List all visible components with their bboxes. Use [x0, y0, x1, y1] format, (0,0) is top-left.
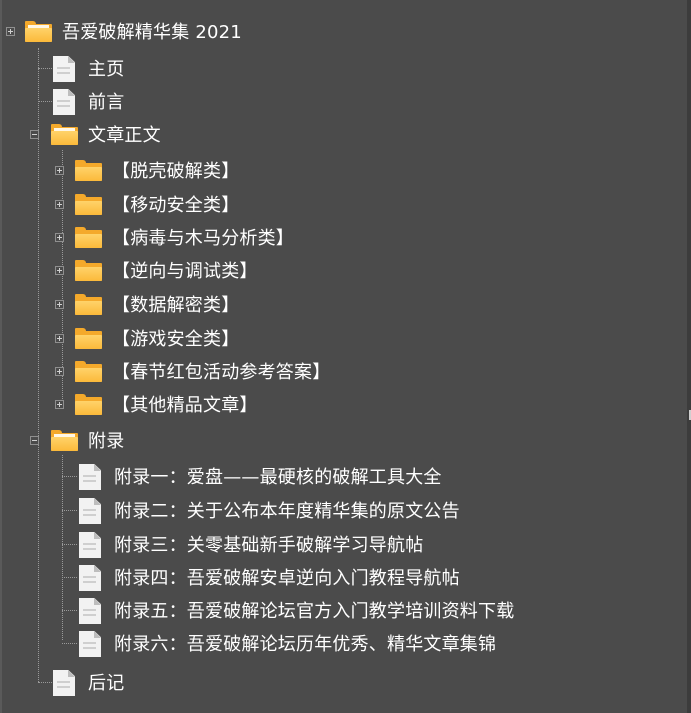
- tree-node-label: 附录三：关零基础新手破解学习导航帖: [114, 535, 424, 556]
- tree-node-category[interactable]: 【数据解密类】: [74, 291, 239, 317]
- tree-node-label: 附录: [88, 431, 125, 452]
- folder-icon: [74, 325, 104, 351]
- expand-toggle-category[interactable]: [55, 367, 64, 376]
- folder-icon: [74, 191, 104, 217]
- tree-node-category[interactable]: 【游戏安全类】: [74, 325, 239, 351]
- document-icon: [50, 88, 80, 115]
- tree-node-appendix-item[interactable]: 附录五：吾爱破解论坛官方入门教学培训资料下载: [76, 597, 515, 624]
- document-icon: [76, 531, 106, 558]
- folder-icon: [74, 291, 104, 317]
- tree-node-label: 【数据解密类】: [112, 295, 240, 316]
- tree-node-label: 附录五：吾爱破解论坛官方入门教学培训资料下载: [114, 601, 515, 622]
- folder-open-icon: [50, 121, 80, 147]
- tree-node-category[interactable]: 【逆向与调试类】: [74, 257, 258, 283]
- tree-node-label: 【春节红包活动参考答案】: [112, 362, 331, 383]
- expand-toggle-category[interactable]: [55, 400, 64, 409]
- tree-node-appendix-item[interactable]: 附录六：吾爱破解论坛历年优秀、精华文章集锦: [76, 630, 497, 657]
- tree-connector: [62, 455, 63, 640]
- tree-node-epilogue[interactable]: 后记: [50, 669, 125, 696]
- tree-node-category[interactable]: 【移动安全类】: [74, 191, 239, 217]
- folder-icon: [74, 257, 104, 283]
- expand-toggle-category[interactable]: [55, 334, 64, 343]
- tree-connector: [62, 643, 77, 644]
- tree-connector: [38, 48, 39, 682]
- tree-node-category[interactable]: 【脱壳破解类】: [74, 157, 239, 183]
- collapse-toggle-articles[interactable]: [30, 130, 39, 139]
- tree-node-label: 【移动安全类】: [112, 195, 240, 216]
- tree-node-label: 附录四：吾爱破解安卓逆向入门教程导航帖: [114, 568, 460, 589]
- folder-icon: [74, 391, 104, 417]
- tree-node-appendix-item[interactable]: 附录三：关零基础新手破解学习导航帖: [76, 531, 424, 558]
- tree-node-label: 前言: [88, 92, 125, 113]
- tree-node-appendix[interactable]: 附录: [50, 427, 124, 453]
- tree-node-appendix-item[interactable]: 附录四：吾爱破解安卓逆向入门教程导航帖: [76, 564, 460, 591]
- tree-node-label: 附录一：爱盘——最硬核的破解工具大全: [114, 467, 442, 488]
- tree-connector: [62, 577, 77, 578]
- document-icon: [76, 564, 106, 591]
- tree-node-category[interactable]: 【春节红包活动参考答案】: [74, 358, 330, 384]
- expand-toggle-category[interactable]: [55, 166, 64, 175]
- tree-node-category[interactable]: 【病毒与木马分析类】: [74, 224, 294, 250]
- tree-node-homepage[interactable]: 主页: [50, 55, 125, 82]
- tree-node-preface[interactable]: 前言: [50, 88, 125, 115]
- tree-node-category[interactable]: 【其他精品文章】: [74, 391, 258, 417]
- folder-icon: [74, 157, 104, 183]
- expand-toggle-category[interactable]: [55, 266, 64, 275]
- tree-connector: [62, 544, 77, 545]
- toc-tree: 吾爱破解精华集 2021 主页 前言 文章正文 【脱壳破解类】 【移动安全类】: [0, 0, 691, 713]
- tree-node-articles[interactable]: 文章正文: [50, 121, 161, 147]
- tree-node-appendix-item[interactable]: 附录二：关于公布本年度精华集的原文公告: [76, 497, 460, 524]
- tree-node-label: 后记: [88, 673, 125, 694]
- tree-node-label: 【游戏安全类】: [112, 329, 240, 350]
- tree-node-label: 【病毒与木马分析类】: [112, 228, 294, 249]
- tree-node-label: 【其他精品文章】: [112, 395, 258, 416]
- expand-toggle-category[interactable]: [55, 300, 64, 309]
- tree-node-label: 【逆向与调试类】: [112, 261, 258, 282]
- tree-node-appendix-item[interactable]: 附录一：爱盘——最硬核的破解工具大全: [76, 463, 442, 490]
- tree-node-label: 文章正文: [88, 125, 161, 146]
- tree-node-label: 附录二：关于公布本年度精华集的原文公告: [114, 501, 460, 522]
- document-icon: [50, 55, 80, 82]
- document-icon: [76, 463, 106, 490]
- tree-node-label: 附录六：吾爱破解论坛历年优秀、精华文章集锦: [114, 634, 497, 655]
- tree-node-label: 【脱壳破解类】: [112, 161, 240, 182]
- tree-node-label: 主页: [88, 59, 125, 80]
- expand-toggle-category[interactable]: [55, 233, 64, 242]
- document-icon: [76, 597, 106, 624]
- collapse-toggle-appendix[interactable]: [30, 436, 39, 445]
- document-icon: [50, 669, 80, 696]
- folder-icon: [74, 358, 104, 384]
- tree-connector: [62, 510, 77, 511]
- folder-icon: [74, 224, 104, 250]
- folder-open-icon: [24, 18, 54, 44]
- folder-open-icon: [50, 427, 80, 453]
- tree-node-label: 吾爱破解精华集 2021: [62, 22, 242, 43]
- expand-toggle-root[interactable]: [6, 27, 15, 36]
- tree-node-root[interactable]: 吾爱破解精华集 2021: [24, 18, 242, 44]
- tree-connector: [62, 610, 77, 611]
- expand-toggle-category[interactable]: [55, 200, 64, 209]
- document-icon: [76, 630, 106, 657]
- tree-connector: [62, 476, 77, 477]
- document-icon: [76, 497, 106, 524]
